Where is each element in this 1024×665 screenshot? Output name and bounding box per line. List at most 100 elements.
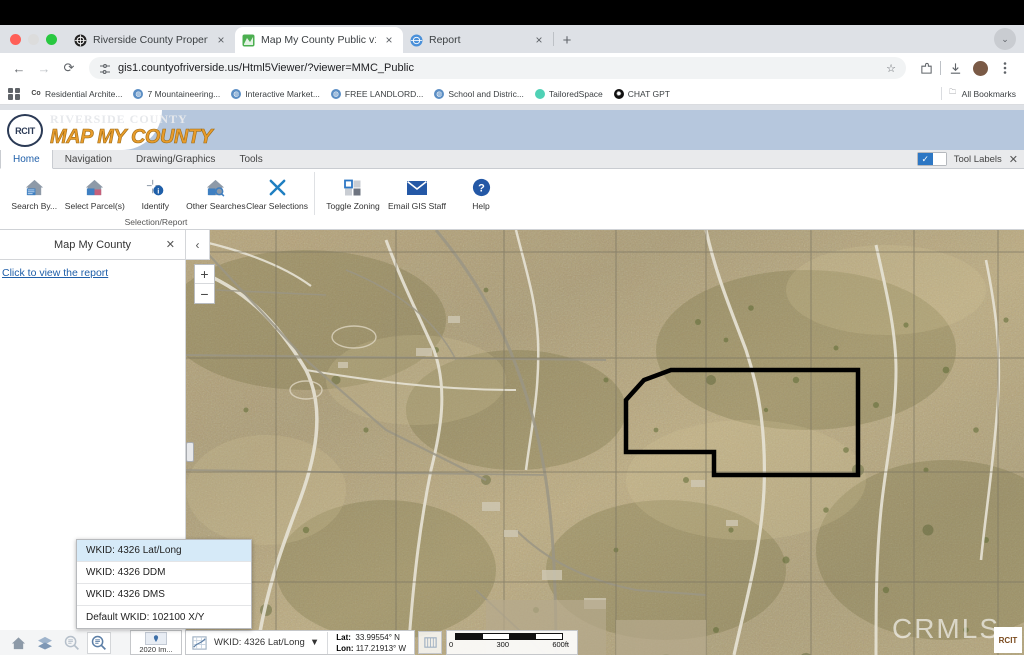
panel-collapse-button[interactable]: ‹ bbox=[186, 230, 210, 260]
extensions-icon[interactable] bbox=[915, 57, 937, 79]
ribbon-tab-home[interactable]: Home bbox=[0, 150, 53, 169]
zoom-out-button[interactable]: − bbox=[195, 284, 214, 303]
zoom-in-search-icon[interactable] bbox=[87, 631, 111, 654]
clear-selections-button[interactable]: Clear Selections bbox=[246, 173, 308, 211]
wkid-option-default-xy[interactable]: Default WKID: 102100 X/Y bbox=[77, 606, 251, 628]
window-controls[interactable] bbox=[8, 25, 67, 53]
rcit-logo: RCIT bbox=[7, 114, 43, 147]
co-icon: Co bbox=[31, 88, 41, 99]
other-searches-button[interactable]: Other Searches bbox=[186, 173, 247, 211]
view-report-link[interactable]: Click to view the report bbox=[0, 260, 185, 279]
bookmark-label: CHAT GPT bbox=[627, 88, 670, 99]
button-label: Search By... bbox=[11, 201, 58, 211]
bookmark-label: School and Distric... bbox=[448, 88, 524, 99]
wkid-dropdown-menu[interactable]: WKID: 4326 Lat/Long WKID: 4326 DDM WKID:… bbox=[76, 539, 252, 629]
scale-label-0: 0 bbox=[449, 640, 454, 649]
map-tool-shortcuts bbox=[0, 630, 130, 655]
left-panel-close-icon[interactable]: ✕ bbox=[166, 238, 175, 251]
back-button[interactable]: ← bbox=[8, 57, 30, 79]
address-bar[interactable]: gis1.countyofriverside.us/Html5Viewer/?v… bbox=[89, 57, 906, 79]
reload-button[interactable]: ⟳ bbox=[58, 57, 80, 79]
maximize-window-button[interactable] bbox=[46, 33, 57, 45]
svg-text:i: i bbox=[157, 186, 159, 195]
toggle-zoning-button[interactable]: Toggle Zoning bbox=[321, 173, 385, 211]
home-icon[interactable] bbox=[6, 632, 30, 654]
wkid-selected-label: WKID: 4326 Lat/Long bbox=[214, 637, 305, 648]
email-icon bbox=[405, 175, 429, 199]
new-tab-button[interactable]: + bbox=[554, 27, 580, 53]
ribbon-tab-drawing-graphics[interactable]: Drawing/Graphics bbox=[124, 150, 227, 168]
scale-label-600: 600ft bbox=[552, 640, 570, 649]
tab-search-chevron-down-icon[interactable]: ⌄ bbox=[994, 28, 1016, 50]
map-zoom-controls[interactable]: + − bbox=[194, 264, 215, 304]
url-text: gis1.countyofriverside.us/Html5Viewer/?v… bbox=[118, 62, 414, 74]
panel-resize-handle[interactable] bbox=[186, 442, 194, 462]
chevron-down-icon: ▼ bbox=[309, 637, 320, 648]
chrome-menu-icon[interactable] bbox=[994, 57, 1016, 79]
other-searches-icon bbox=[204, 175, 227, 199]
scale-label-300: 300 bbox=[496, 640, 510, 649]
tab-label: Report bbox=[429, 34, 461, 46]
left-panel-title: Map My County bbox=[53, 238, 132, 251]
button-label: Identify bbox=[141, 201, 170, 211]
bookmark-tailoredspace[interactable]: TailoredSpace bbox=[534, 88, 603, 99]
wkid-option-latlong[interactable]: WKID: 4326 Lat/Long bbox=[77, 540, 251, 562]
all-bookmarks-button[interactable]: 🗀 All Bookmarks bbox=[948, 89, 1016, 99]
lon-value: 117.21913° W bbox=[355, 643, 407, 653]
bookmark-chat-gpt[interactable]: ✹ CHAT GPT bbox=[613, 88, 670, 99]
bookmark-school-and-district[interactable]: ◍ School and Distric... bbox=[434, 88, 524, 99]
bookmark-star-icon[interactable]: ☆ bbox=[886, 62, 896, 75]
minimize-window-button[interactable] bbox=[28, 33, 39, 45]
banner-line-2: MAP MY COUNTY bbox=[50, 126, 214, 149]
forward-button[interactable]: → bbox=[33, 57, 55, 79]
identify-icon: i bbox=[144, 175, 167, 199]
tab-close-icon[interactable]: × bbox=[382, 33, 396, 47]
ribbon-tab-navigation[interactable]: Navigation bbox=[53, 150, 124, 168]
bookmarks-bar: Co Residential Archite... ◍ 7 Mountainee… bbox=[0, 83, 1024, 105]
wkid-option-ddm[interactable]: WKID: 4326 DDM bbox=[77, 562, 251, 584]
web-page: RCIT RIVERSIDE COUNTY MAP MY COUNTY Home… bbox=[0, 110, 1024, 665]
bookmark-7-mountaineering[interactable]: ◍ 7 Mountaineering... bbox=[133, 88, 220, 99]
avatar[interactable] bbox=[969, 57, 991, 79]
zoom-out-search-icon[interactable] bbox=[60, 632, 84, 654]
email-gis-staff-button[interactable]: Email GIS Staff bbox=[385, 173, 449, 211]
site-settings-icon[interactable] bbox=[99, 62, 111, 74]
downloads-icon[interactable] bbox=[944, 57, 966, 79]
zoom-in-button[interactable]: + bbox=[195, 265, 214, 284]
apps-grid-icon[interactable] bbox=[8, 87, 20, 100]
scale-ruler-icon[interactable] bbox=[418, 631, 443, 654]
globe-blue-icon bbox=[410, 34, 423, 47]
select-parcels-button[interactable]: Select Parcel(s) bbox=[65, 173, 126, 211]
tool-labels-toggle[interactable]: ✓ bbox=[916, 152, 947, 166]
identify-button[interactable]: i Identify bbox=[125, 173, 186, 211]
ribbon-close-icon[interactable]: ✕ bbox=[1009, 153, 1018, 166]
bookmark-interactive-market[interactable]: ◍ Interactive Market... bbox=[231, 88, 320, 99]
lat-value: 33.99554° N bbox=[355, 632, 400, 642]
bookmark-free-landlord[interactable]: ◍ FREE LANDLORD... bbox=[330, 88, 423, 99]
basemap-selector[interactable]: 2020 Im... bbox=[130, 630, 182, 655]
bookmark-residential-architecture[interactable]: Co Residential Archite... bbox=[31, 88, 122, 99]
browser-toolbar: ← → ⟳ gis1.countyofriverside.us/Html5Vie… bbox=[0, 53, 1024, 83]
browser-tab-2[interactable]: Map My County Public v12.00 × bbox=[235, 27, 403, 53]
browser-tab-3[interactable]: Report × bbox=[403, 27, 553, 53]
lon-label: Lon: bbox=[336, 643, 354, 653]
browser-tab-1[interactable]: Riverside County Property De × bbox=[67, 27, 235, 53]
toggle-check-icon: ✓ bbox=[917, 153, 933, 165]
search-by-button[interactable]: Search By... bbox=[4, 173, 65, 211]
help-button[interactable]: ? Help bbox=[449, 173, 513, 211]
map-viewport[interactable]: + − CRMLS RCIT bbox=[186, 230, 1024, 655]
all-bookmarks-label: All Bookmarks bbox=[961, 88, 1016, 99]
close-window-button[interactable] bbox=[10, 33, 21, 45]
lat-label: Lat: bbox=[336, 632, 351, 642]
left-panel-header: Map My County ✕ bbox=[0, 230, 185, 260]
tab-close-icon[interactable]: × bbox=[214, 33, 228, 47]
button-label: Toggle Zoning bbox=[326, 201, 380, 211]
tab-close-icon[interactable]: × bbox=[532, 33, 546, 47]
wkid-dropdown-button[interactable]: WKID: 4326 Lat/Long ▼ bbox=[212, 637, 327, 648]
app-content: Map My County ✕ Click to view the report… bbox=[0, 230, 1024, 655]
ribbon-tab-tools[interactable]: Tools bbox=[227, 150, 274, 168]
tool-labels-label: Tool Labels bbox=[953, 153, 1002, 165]
wkid-option-dms[interactable]: WKID: 4326 DMS bbox=[77, 584, 251, 606]
map-scale-bar: 0 300 600ft bbox=[446, 630, 579, 655]
layers-icon[interactable] bbox=[33, 632, 57, 654]
